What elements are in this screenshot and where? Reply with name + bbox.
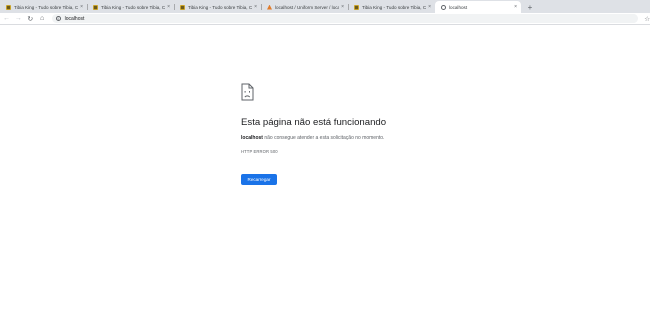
tab-title: Tibia King - Tudo sobre Tibia, C bbox=[188, 4, 253, 10]
back-arrow-icon[interactable]: ← bbox=[1, 13, 12, 24]
browser-toolbar: ← → ↻ ⌂ i localhost ☆ bbox=[0, 13, 650, 25]
browser-tab[interactable]: localhost / Uniform Server / loca × bbox=[261, 1, 348, 13]
tab-close-icon[interactable]: × bbox=[254, 4, 257, 10]
sad-page-icon bbox=[241, 83, 254, 101]
tab-close-icon[interactable]: × bbox=[167, 4, 170, 10]
tibia-king-icon bbox=[354, 4, 359, 10]
browser-tab[interactable]: Tibia King - Tudo sobre Tibia, C × bbox=[174, 1, 261, 13]
url-text[interactable]: localhost bbox=[65, 16, 85, 22]
error-summary: localhost não consegue atender a esta so… bbox=[241, 135, 384, 141]
new-tab-button[interactable]: + bbox=[524, 1, 536, 13]
tab-close-icon[interactable]: × bbox=[514, 4, 517, 10]
tab-title: Tibia King - Tudo sobre Tibia, C bbox=[362, 4, 427, 10]
browser-tab[interactable]: Tibia King - Tudo sobre Tibia, C × bbox=[87, 1, 174, 13]
tab-close-icon[interactable]: × bbox=[428, 4, 431, 10]
tab-title: Tibia King - Tudo sobre Tibia, C bbox=[101, 4, 166, 10]
tab-title: localhost bbox=[449, 4, 468, 10]
browser-tab[interactable]: Tibia King - Tudo sobre Tibia, C × bbox=[0, 1, 87, 13]
info-icon[interactable]: i bbox=[55, 16, 61, 21]
error-title: Esta página não está funcionando bbox=[241, 117, 387, 128]
uniform-server-icon bbox=[267, 4, 272, 10]
forward-arrow-icon[interactable]: → bbox=[13, 13, 24, 24]
tibia-king-icon bbox=[93, 4, 98, 10]
tibia-king-icon bbox=[6, 4, 11, 10]
reload-button[interactable]: Recarregar bbox=[241, 174, 277, 185]
address-bar[interactable]: i localhost bbox=[51, 14, 639, 23]
tab-title: Tibia King - Tudo sobre Tibia, C bbox=[14, 4, 79, 10]
error-summary-text: não consegue atender a esta solicitação … bbox=[262, 135, 385, 141]
tab-strip: Tibia King - Tudo sobre Tibia, C × Tibia… bbox=[0, 0, 650, 13]
error-code: HTTP ERROR 500 bbox=[241, 149, 278, 154]
tibia-king-icon bbox=[180, 4, 185, 10]
tab-close-icon[interactable]: × bbox=[341, 4, 344, 10]
reload-icon[interactable]: ↻ bbox=[25, 13, 36, 24]
home-icon[interactable]: ⌂ bbox=[37, 13, 48, 24]
tab-title: localhost / Uniform Server / loca bbox=[275, 4, 340, 10]
tab-close-icon[interactable]: × bbox=[80, 4, 83, 10]
browser-tab[interactable]: Tibia King - Tudo sobre Tibia, C × bbox=[348, 1, 435, 13]
error-host: localhost bbox=[241, 135, 263, 141]
bookmark-star-icon[interactable]: ☆ bbox=[644, 15, 650, 23]
browser-tab-active[interactable]: localhost × bbox=[435, 1, 521, 13]
globe-icon bbox=[441, 4, 446, 10]
